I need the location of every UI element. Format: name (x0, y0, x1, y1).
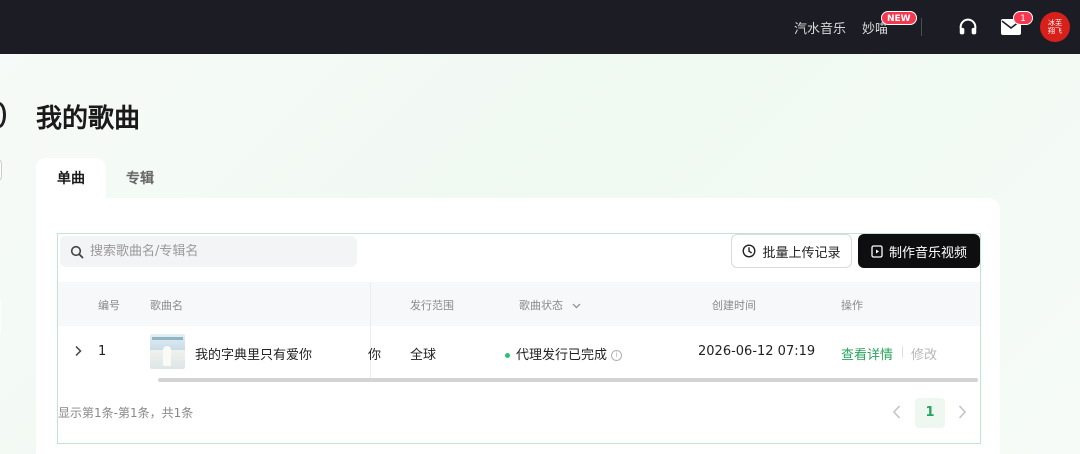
make-video-label: 制作音乐视频 (888, 245, 967, 261)
row-index: 1 (98, 344, 107, 359)
batch-upload-label: 批量上传记录 (762, 245, 841, 261)
sidebar-fragment (0, 300, 1, 334)
info-icon[interactable]: i (611, 350, 623, 361)
table-row: 1 我的字典里只有爱你 你 全球 代理发行已完成 i 2026-06-12 07:… (58, 326, 980, 378)
column-header-index: 编号 (98, 299, 120, 312)
column-header-scope: 发行范围 (410, 299, 454, 312)
tab-album[interactable]: 专辑 (106, 158, 174, 200)
nav-divider (921, 18, 922, 36)
horizontal-scrollbar[interactable] (158, 378, 978, 382)
tab-single[interactable]: 单曲 (36, 158, 106, 200)
sidebar-fragment (0, 102, 6, 128)
sidebar-fragment (0, 158, 2, 182)
song-name: 我的字典里只有爱你 (195, 348, 313, 363)
song-cover-image (150, 334, 185, 369)
chevron-right-icon[interactable] (73, 345, 83, 357)
edit-link[interactable]: 修改 (911, 344, 937, 363)
view-details-link[interactable]: 查看详情 (841, 344, 893, 363)
column-header-song-name: 歌曲名 (150, 299, 183, 312)
search-box[interactable] (60, 236, 357, 267)
action-divider (902, 346, 903, 358)
release-scope: 全球 (410, 348, 437, 363)
avatar-text-line2: 翔飞 (1048, 27, 1062, 35)
chevron-left-icon[interactable] (890, 403, 904, 421)
column-header-actions: 操作 (841, 299, 863, 312)
video-file-icon (871, 244, 883, 258)
search-icon (70, 245, 84, 258)
page-title: 我的歌曲 (36, 104, 141, 134)
batch-upload-history-button[interactable]: 批量上传记录 (731, 234, 852, 268)
nav-link-qishui-music[interactable]: 汽水音乐 (794, 18, 846, 37)
make-music-video-button[interactable]: 制作音乐视频 (858, 234, 980, 268)
mail-count-badge: 1 (1013, 11, 1033, 25)
new-badge: NEW (881, 11, 917, 25)
chevron-right-icon[interactable] (955, 403, 969, 421)
pagination-summary: 显示第1条-第1条，共1条 (58, 406, 194, 420)
page-number-current[interactable]: 1 (915, 398, 945, 428)
status-dot (505, 353, 510, 358)
column-header-created: 创建时间 (712, 299, 756, 312)
song-name-overflow: 你 (368, 348, 382, 363)
headset-icon[interactable] (957, 16, 979, 38)
chevron-down-icon (572, 303, 580, 309)
song-status: 代理发行已完成 i (505, 344, 623, 363)
column-header-status[interactable]: 歌曲状态 (519, 297, 581, 313)
search-input[interactable] (90, 244, 340, 259)
top-navbar: 汽水音乐 妙喵 NEW 1 冰芜 翔飞 (0, 0, 1080, 54)
avatar[interactable]: 冰芜 翔飞 (1040, 12, 1070, 42)
created-time: 2026-06-12 07:19 (698, 344, 816, 359)
status-header-label: 歌曲状态 (519, 299, 563, 312)
avatar-text-line1: 冰芜 (1048, 19, 1062, 27)
table-header: 编号 歌曲名 发行范围 歌曲状态 创建时间 操作 (58, 282, 980, 326)
status-text: 代理发行已完成 (516, 348, 608, 363)
clock-icon (742, 244, 756, 258)
